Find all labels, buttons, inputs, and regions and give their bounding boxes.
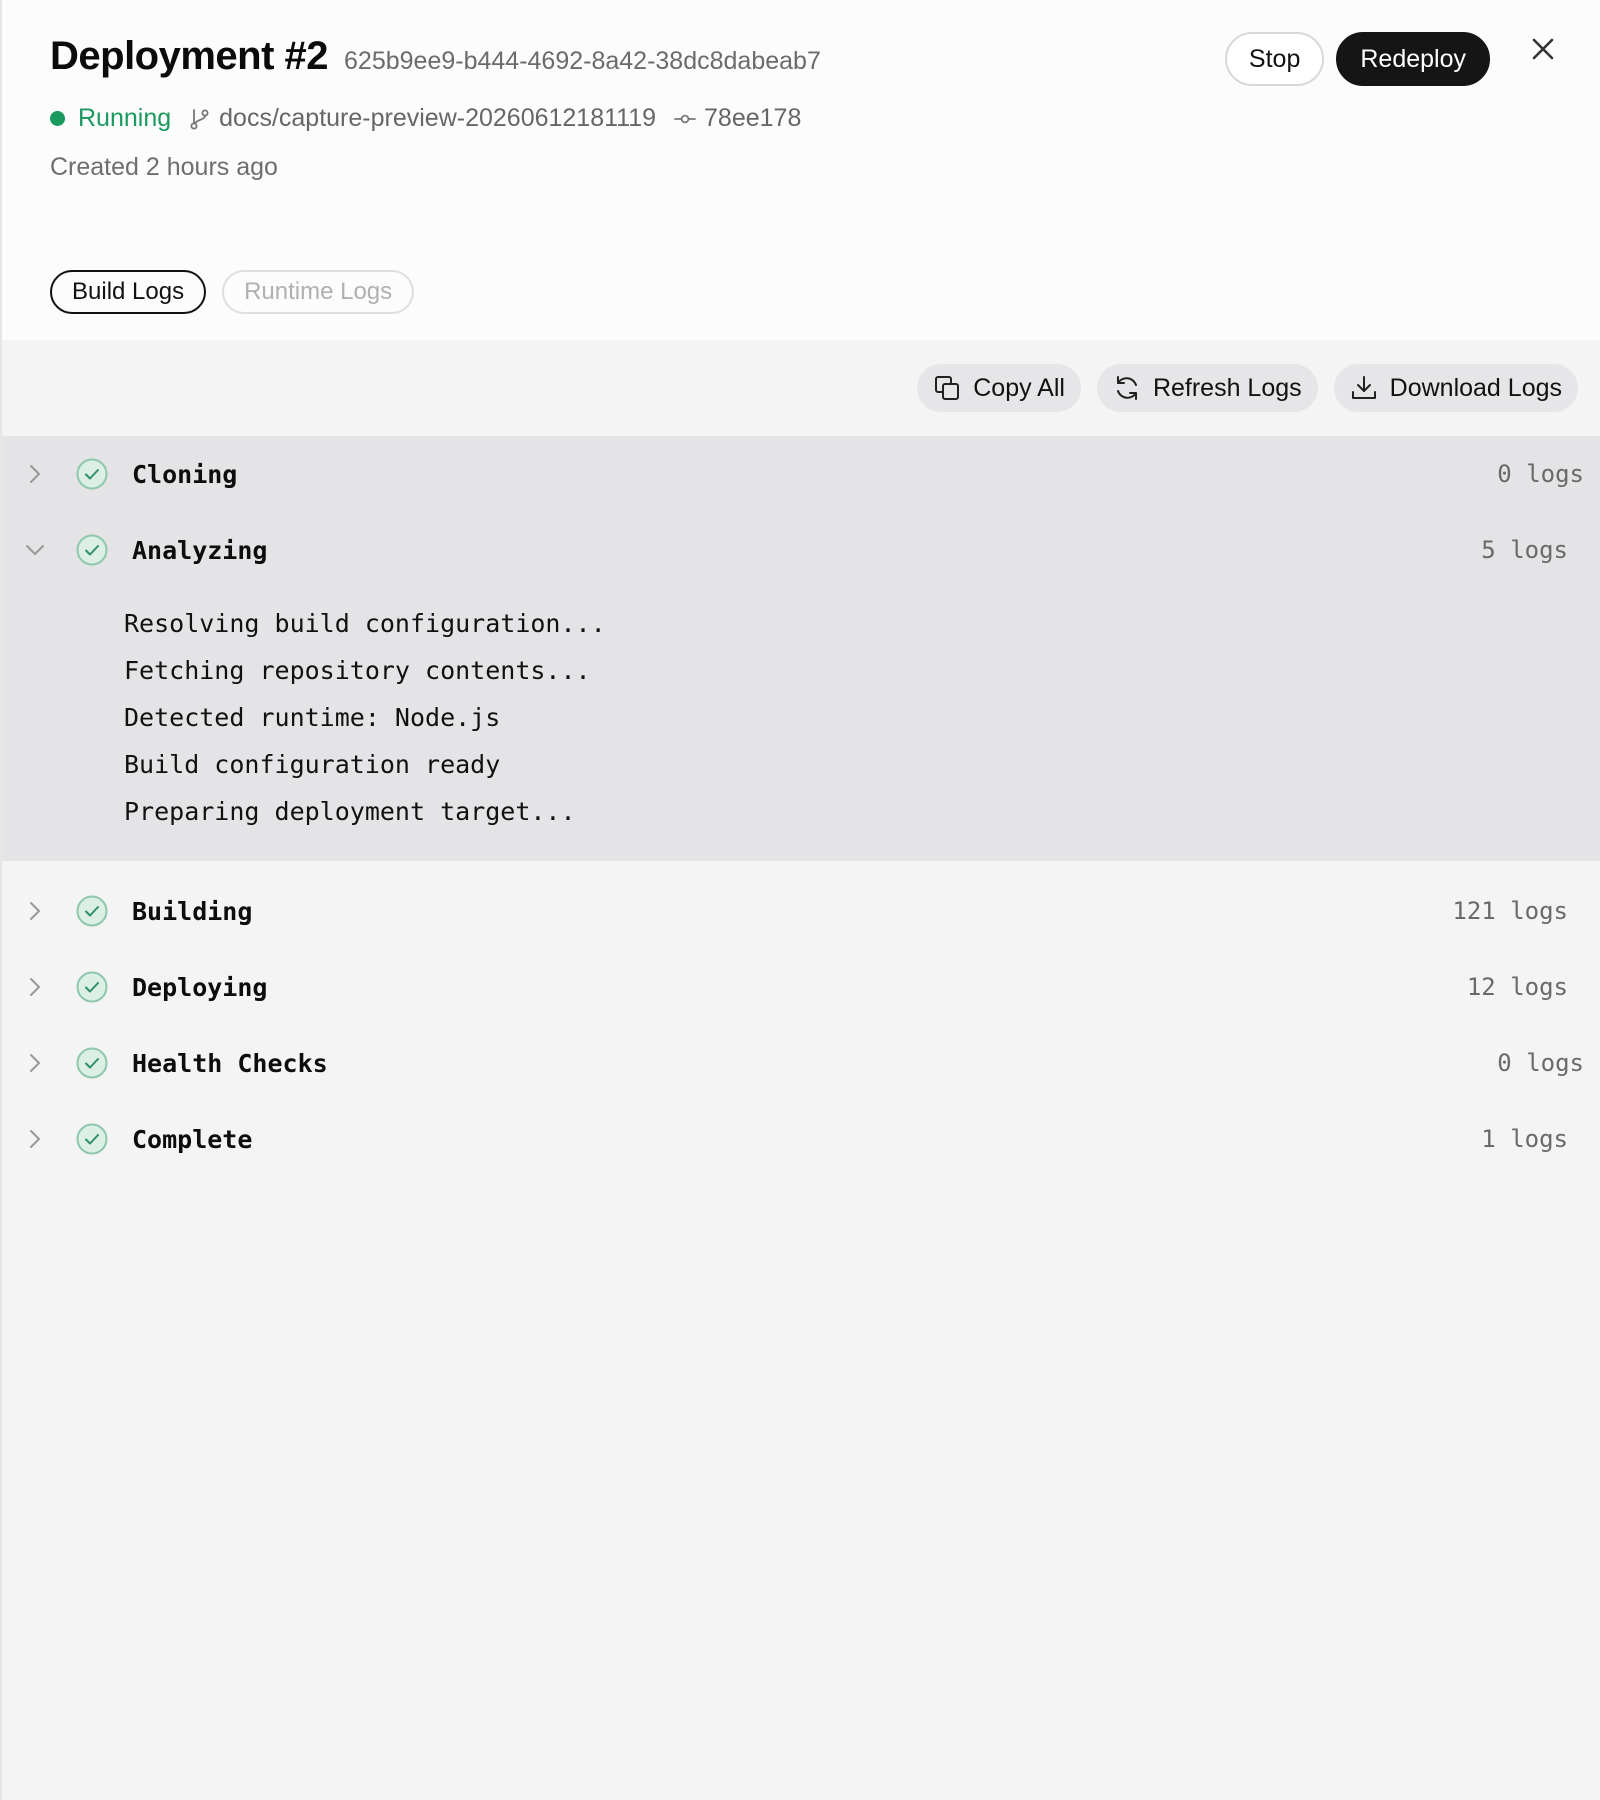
status-text: Running — [78, 104, 172, 132]
check-circle-icon — [76, 1123, 108, 1155]
step-log-count: 12 logs — [1466, 973, 1568, 1001]
tab-build-logs[interactable]: Build Logs — [50, 270, 207, 314]
logs-toolbar: Copy All Refresh Logs Download Logs — [917, 364, 1578, 412]
status-dot — [50, 111, 65, 126]
refresh-logs-label: Refresh Logs — [1152, 373, 1302, 402]
chevron-right-icon — [24, 1128, 46, 1150]
step-log-count: 121 logs — [1452, 897, 1568, 925]
chevron-right-icon — [24, 976, 46, 998]
step-building[interactable]: Building 121 logs — [2, 873, 1600, 949]
download-logs-label: Download Logs — [1389, 373, 1562, 402]
copy-all-label: Copy All — [973, 373, 1065, 402]
deployment-id: 625b9ee9-b444-4692-8a42-38dc8dabeab7 — [344, 47, 821, 75]
analyzing-log-output: Resolving build configuration... Fetchin… — [2, 588, 1600, 861]
git-commit-icon — [674, 112, 696, 126]
chevron-right-icon — [24, 463, 46, 485]
created-time: Created 2 hours ago — [50, 153, 278, 181]
git-branch-icon — [189, 107, 211, 131]
refresh-logs-button[interactable]: Refresh Logs — [1096, 364, 1318, 412]
stop-button[interactable]: Stop — [1224, 32, 1325, 86]
deployment-panel: Deployment #2 625b9ee9-b444-4692-8a42-38… — [0, 0, 1600, 1800]
copy-all-button[interactable]: Copy All — [917, 364, 1081, 412]
step-log-count: 5 logs — [1481, 536, 1568, 564]
logs-area: Copy All Refresh Logs Download Logs Clon… — [2, 340, 1600, 1800]
step-log-count: 0 logs — [1497, 1049, 1584, 1077]
title-row: Deployment #2 625b9ee9-b444-4692-8a42-38… — [50, 34, 821, 79]
close-icon — [1530, 36, 1556, 62]
deployment-meta: Running docs/capture-preview-20260612181… — [50, 104, 801, 133]
deployment-header: Deployment #2 625b9ee9-b444-4692-8a42-38… — [2, 0, 1600, 340]
chevron-right-icon — [24, 1052, 46, 1074]
check-circle-icon — [76, 971, 108, 1003]
step-name: Analyzing — [132, 535, 268, 565]
build-steps: Cloning 0 logs Analyzing 5 logs Resolvin… — [2, 436, 1600, 1177]
check-circle-icon — [76, 895, 108, 927]
commit-hash: 78ee178 — [704, 104, 802, 132]
step-cloning[interactable]: Cloning 0 logs — [2, 436, 1600, 512]
page-title: Deployment #2 — [50, 34, 329, 78]
log-line: Resolving build configuration... — [124, 609, 606, 638]
header-actions: Stop Redeploy — [1224, 32, 1490, 86]
step-name: Building — [132, 896, 253, 926]
download-icon — [1350, 374, 1378, 402]
redeploy-button[interactable]: Redeploy — [1336, 32, 1490, 86]
step-log-count: 0 logs — [1497, 460, 1584, 488]
check-circle-icon — [76, 458, 108, 490]
step-name: Cloning — [132, 459, 238, 489]
log-line: Build configuration ready — [124, 750, 501, 779]
download-logs-button[interactable]: Download Logs — [1333, 364, 1578, 412]
log-line: Fetching repository contents... — [124, 656, 591, 685]
close-button[interactable] — [1528, 34, 1558, 64]
log-tabs: Build Logs Runtime Logs — [50, 270, 415, 314]
step-deploying[interactable]: Deploying 12 logs — [2, 949, 1600, 1025]
log-line: Detected runtime: Node.js — [124, 703, 501, 732]
step-name: Deploying — [132, 972, 268, 1002]
step-health-checks[interactable]: Health Checks 0 logs — [2, 1025, 1600, 1101]
branch-name: docs/capture-preview-20260612181119 — [219, 104, 657, 132]
chevron-right-icon — [24, 900, 46, 922]
check-circle-icon — [76, 1047, 108, 1079]
log-line: Preparing deployment target... — [124, 797, 576, 826]
check-circle-icon — [76, 534, 108, 566]
step-complete[interactable]: Complete 1 logs — [2, 1101, 1600, 1177]
tab-runtime-logs[interactable]: Runtime Logs — [222, 270, 415, 314]
copy-icon — [933, 374, 961, 402]
step-name: Complete — [132, 1124, 253, 1154]
step-analyzing[interactable]: Analyzing 5 logs — [2, 512, 1600, 588]
step-name: Health Checks — [132, 1048, 328, 1078]
refresh-icon — [1113, 374, 1141, 402]
chevron-down-icon — [24, 539, 46, 561]
step-log-count: 1 logs — [1481, 1125, 1568, 1153]
